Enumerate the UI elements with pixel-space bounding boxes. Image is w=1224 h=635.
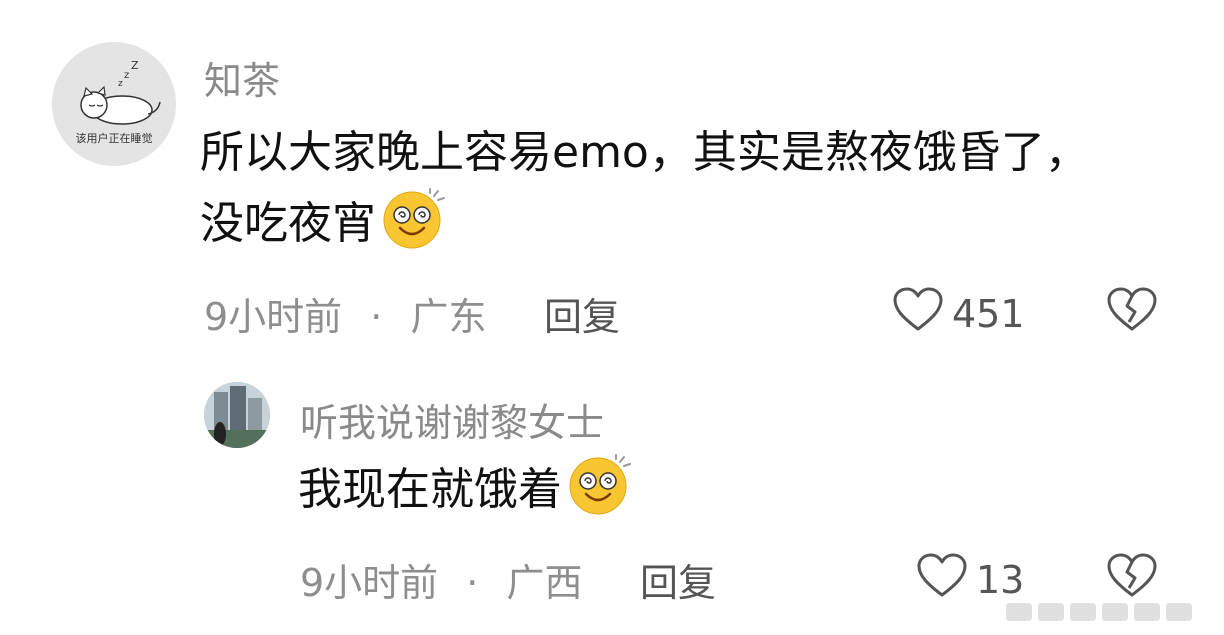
comment-text-content: 我现在就饿着 bbox=[298, 464, 562, 515]
svg-text:z: z bbox=[118, 79, 123, 89]
dizzy-smile-emoji-icon bbox=[380, 188, 448, 271]
svg-text:z: z bbox=[124, 70, 129, 81]
timestamp: 9小时前 bbox=[204, 295, 343, 339]
avatar[interactable] bbox=[204, 382, 270, 448]
heart-outline-icon bbox=[916, 552, 968, 607]
like-button[interactable]: 451 bbox=[892, 286, 1025, 341]
avatar-caption: 该用户正在睡觉 bbox=[76, 131, 153, 145]
city-photo-avatar-image bbox=[204, 382, 270, 448]
comment-meta: 9小时前 · 广东 bbox=[204, 286, 486, 341]
username[interactable]: 知茶 bbox=[204, 50, 280, 105]
watermark bbox=[1004, 593, 1214, 629]
dizzy-smile-emoji-icon bbox=[566, 454, 634, 537]
comment-item: z z Z 该用户正在睡觉 知茶 所以大家晚上容易emo，其实是熬夜饿昏了，没吃… bbox=[0, 0, 1224, 360]
comment-text: 我现在就饿着 bbox=[298, 454, 1098, 537]
sleeping-cat-avatar-image: z z Z 该用户正在睡觉 bbox=[52, 42, 176, 166]
username[interactable]: 听我说谢谢黎女士 bbox=[300, 392, 604, 447]
comment-meta: 9小时前 · 广西 bbox=[300, 552, 582, 607]
heart-outline-icon bbox=[892, 286, 944, 341]
meta-separator: · bbox=[466, 561, 479, 605]
broken-heart-icon bbox=[1106, 287, 1158, 336]
dislike-button[interactable] bbox=[1106, 286, 1158, 336]
location: 广东 bbox=[410, 295, 487, 339]
like-count: 451 bbox=[952, 291, 1025, 336]
location: 广西 bbox=[506, 561, 583, 605]
comment-text-content: 所以大家晚上容易emo，其实是熬夜饿昏了，没吃夜宵 bbox=[200, 127, 1089, 250]
reply-button[interactable]: 回复 bbox=[640, 552, 716, 607]
svg-text:Z: Z bbox=[131, 59, 139, 72]
comment-text: 所以大家晚上容易emo，其实是熬夜饿昏了，没吃夜宵 bbox=[200, 118, 1130, 272]
meta-separator: · bbox=[370, 295, 383, 339]
avatar[interactable]: z z Z 该用户正在睡觉 bbox=[52, 42, 176, 166]
timestamp: 9小时前 bbox=[300, 561, 439, 605]
reply-button[interactable]: 回复 bbox=[544, 286, 620, 341]
